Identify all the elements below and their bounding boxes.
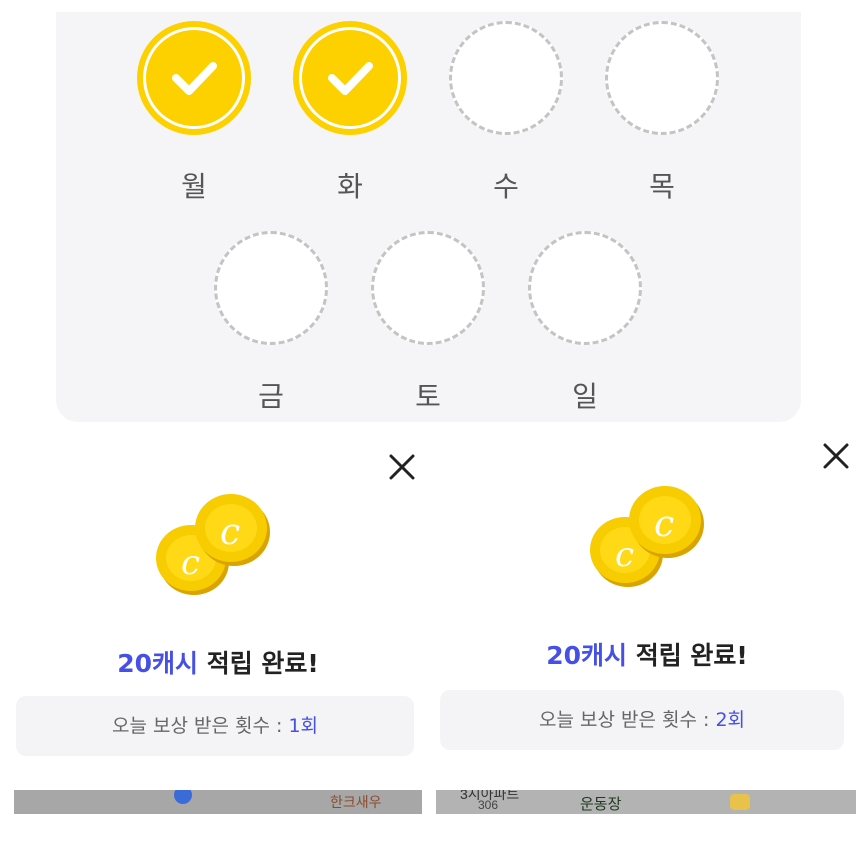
screenshot-stage: 월 화 수 목 금 토 일 c c 20캐시 적립 완료! 오늘 보상 받은 횟… — [0, 0, 856, 856]
day-label: 월 — [181, 170, 207, 203]
map-label: 한크새우 — [330, 794, 382, 810]
svg-text:c: c — [181, 543, 200, 583]
day-label: 화 — [337, 170, 363, 203]
reward-popup-2: c c 20캐시 적립 완료! 오늘 보상 받은 횟수 : 2회 — [428, 434, 856, 790]
day-circle-empty — [449, 21, 563, 135]
day-label: 일 — [572, 380, 598, 413]
reward-amount: 20캐시 — [117, 649, 198, 678]
day-saturday: 토 — [368, 231, 488, 421]
day-label: 금 — [258, 380, 284, 413]
day-circle-empty — [605, 21, 719, 135]
day-circle-empty — [214, 231, 328, 345]
check-icon — [172, 62, 217, 95]
coins-icon: c c — [588, 482, 712, 592]
map-pin-icon — [174, 790, 192, 804]
reward-title: 20캐시 적립 완료! — [14, 644, 422, 680]
reward-title-text: 적립 완료! — [626, 641, 748, 670]
reward-count-label: 오늘 보상 받은 횟수 : — [111, 715, 289, 737]
reward-amount: 20캐시 — [546, 641, 627, 670]
day-friday: 금 — [211, 231, 331, 421]
day-thursday: 목 — [602, 21, 722, 211]
day-circle-empty — [528, 231, 642, 345]
reward-count-box: 오늘 보상 받은 횟수 : 2회 — [440, 690, 844, 750]
day-tuesday: 화 — [290, 21, 410, 211]
svg-text:c: c — [654, 504, 674, 545]
day-circle-checked — [137, 21, 251, 135]
day-label: 수 — [493, 170, 519, 203]
svg-text:c: c — [220, 512, 240, 553]
day-circle-checked — [293, 21, 407, 135]
reward-title-text: 적립 완료! — [197, 649, 319, 678]
reward-count-value: 1회 — [288, 715, 319, 737]
coins-icon: c c — [154, 490, 278, 600]
day-sunday: 일 — [525, 231, 645, 421]
check-icon — [328, 62, 373, 95]
day-monday: 월 — [134, 21, 254, 211]
svg-text:c: c — [615, 535, 634, 575]
day-wednesday: 수 — [446, 21, 566, 211]
reward-count-box: 오늘 보상 받은 횟수 : 1회 — [16, 696, 414, 756]
map-label: 운동장 — [580, 796, 622, 813]
attendance-panel: 월 화 수 목 금 토 일 — [56, 12, 801, 422]
map-marker-icon — [730, 794, 750, 810]
reward-count-label: 오늘 보상 받은 횟수 : — [538, 709, 716, 731]
close-icon[interactable] — [821, 441, 851, 471]
map-background-strip: 3시아파트 306 운동장 — [436, 790, 856, 814]
map-background-strip: 한크새우 — [14, 790, 422, 814]
reward-popup-1: c c 20캐시 적립 완료! 오늘 보상 받은 횟수 : 1회 — [14, 434, 422, 790]
day-label: 목 — [649, 170, 675, 203]
day-circle-empty — [371, 231, 485, 345]
reward-count-value: 2회 — [715, 709, 746, 731]
day-label: 토 — [415, 380, 441, 413]
map-label: 306 — [478, 798, 499, 812]
reward-title: 20캐시 적립 완료! — [433, 636, 856, 672]
close-icon[interactable] — [387, 452, 417, 482]
